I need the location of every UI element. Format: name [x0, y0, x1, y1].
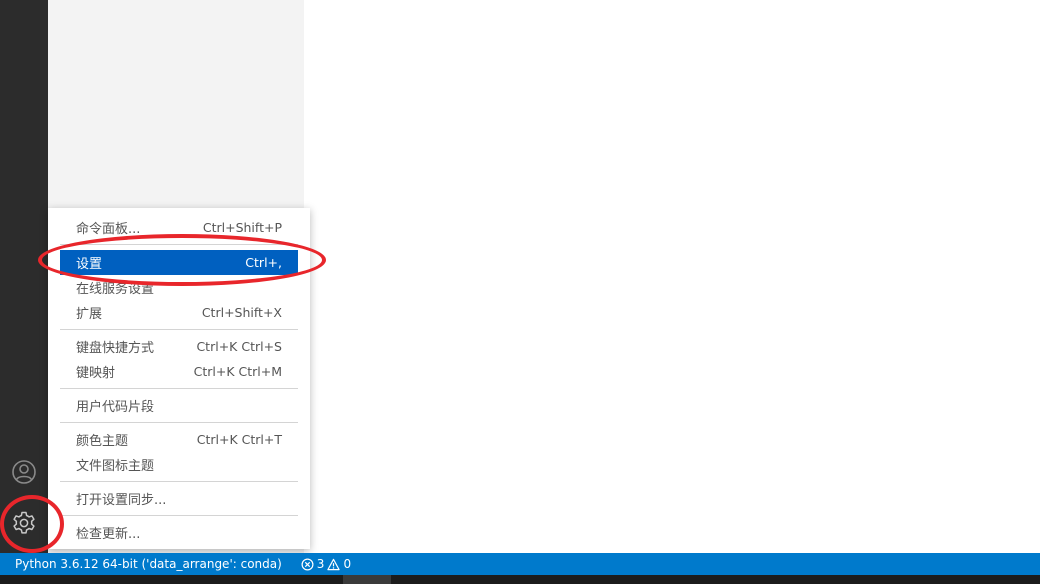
editor-area [304, 0, 1040, 553]
manage-context-menu: 命令面板... Ctrl+Shift+P 设置 Ctrl+, 在线服务设置 扩展… [48, 208, 310, 549]
interpreter-label: Python 3.6.12 64-bit ('data_arrange': co… [15, 557, 282, 571]
warning-count: 0 [343, 557, 352, 571]
menu-item-keymaps[interactable]: 键映射 Ctrl+K Ctrl+M [60, 359, 298, 384]
menu-item-label: 键映射 [76, 366, 116, 381]
menu-separator [60, 329, 298, 330]
menu-item-shortcut: Ctrl+K Ctrl+S [196, 339, 282, 354]
menu-item-shortcut: Ctrl+Shift+X [201, 305, 282, 320]
menu-item-label: 打开设置同步... [76, 493, 167, 508]
menu-separator [60, 481, 298, 482]
error-icon [301, 558, 314, 571]
status-bar: Python 3.6.12 64-bit ('data_arrange': co… [0, 553, 1040, 575]
menu-item-settings[interactable]: 设置 Ctrl+, [60, 250, 298, 275]
menu-item-settings-sync[interactable]: 打开设置同步... [60, 486, 298, 511]
menu-item-shortcut: Ctrl+Shift+P [202, 220, 282, 235]
menu-item-label: 检查更新... [76, 527, 141, 542]
gear-icon[interactable] [8, 507, 40, 539]
menu-item-label: 在线服务设置 [76, 282, 155, 297]
menu-item-label: 设置 [76, 257, 103, 272]
menu-item-user-snippets[interactable]: 用户代码片段 [60, 393, 298, 418]
python-interpreter-status[interactable]: Python 3.6.12 64-bit ('data_arrange': co… [15, 557, 282, 571]
menu-item-check-updates[interactable]: 检查更新... [60, 520, 298, 545]
menu-item-shortcut: Ctrl+, [245, 255, 282, 270]
menu-separator [60, 244, 298, 245]
menu-item-label: 文件图标主题 [76, 459, 155, 474]
menu-item-command-palette[interactable]: 命令面板... Ctrl+Shift+P [60, 215, 298, 240]
menu-item-shortcut: Ctrl+K Ctrl+T [196, 432, 282, 447]
menu-item-label: 命令面板... [76, 222, 141, 237]
menu-item-shortcut: Ctrl+K Ctrl+M [193, 364, 282, 379]
activity-bar [0, 0, 48, 553]
os-taskbar [0, 575, 1040, 584]
menu-item-online-services-settings[interactable]: 在线服务设置 [60, 275, 298, 300]
menu-separator [60, 388, 298, 389]
menu-item-file-icon-theme[interactable]: 文件图标主题 [60, 452, 298, 477]
menu-item-extensions[interactable]: 扩展 Ctrl+Shift+X [60, 300, 298, 325]
menu-item-label: 颜色主题 [76, 434, 129, 449]
taskbar-active-app[interactable] [343, 575, 391, 584]
menu-item-keyboard-shortcuts[interactable]: 键盘快捷方式 Ctrl+K Ctrl+S [60, 334, 298, 359]
menu-item-label: 用户代码片段 [76, 400, 155, 415]
menu-separator [60, 515, 298, 516]
warning-icon [327, 558, 341, 571]
account-icon[interactable] [8, 456, 40, 488]
menu-item-label: 键盘快捷方式 [76, 341, 155, 356]
error-count: 3 [316, 557, 325, 571]
menu-separator [60, 422, 298, 423]
menu-item-color-theme[interactable]: 颜色主题 Ctrl+K Ctrl+T [60, 427, 298, 452]
problems-status[interactable]: 3 0 [298, 557, 351, 571]
menu-item-label: 扩展 [76, 307, 103, 322]
